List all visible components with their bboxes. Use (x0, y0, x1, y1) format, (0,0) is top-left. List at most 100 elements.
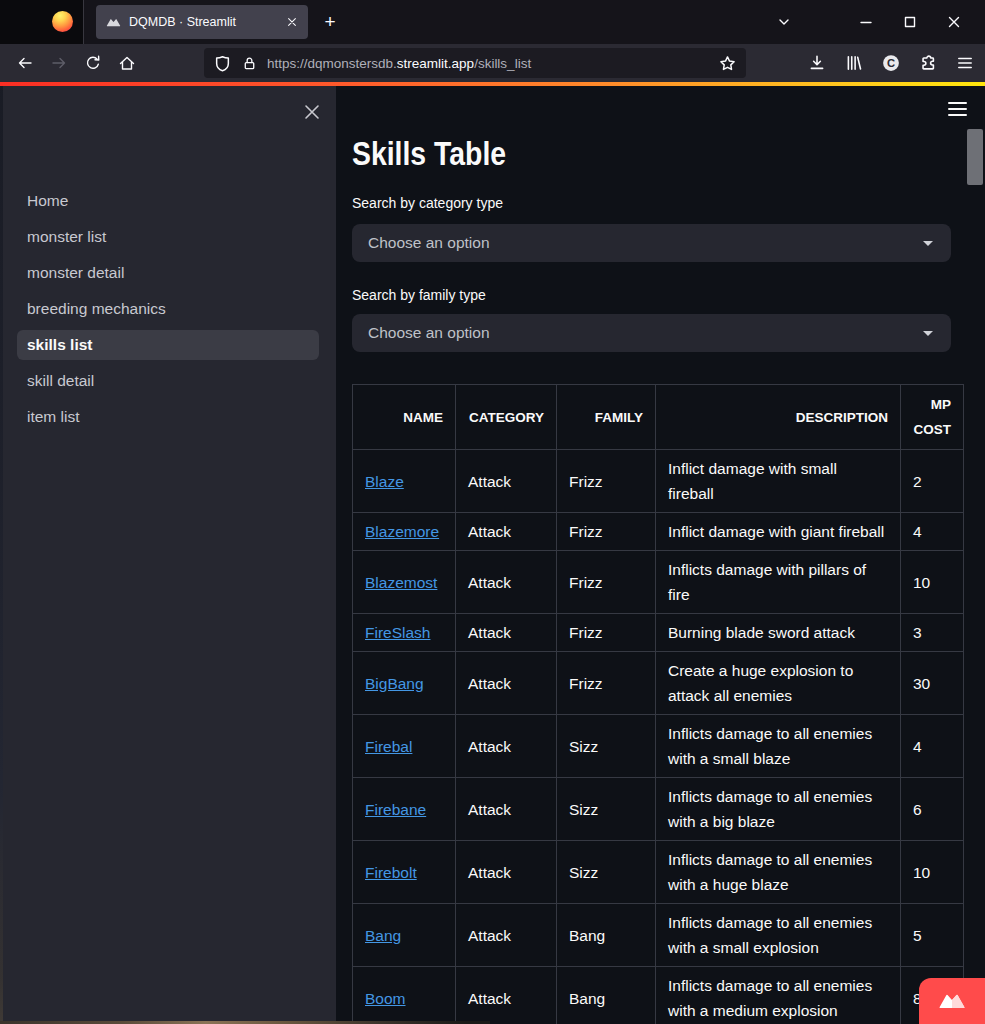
streamlit-crown-icon (938, 992, 966, 1010)
table-row: FireboltAttackSizzInflicts damage to all… (353, 841, 964, 904)
category-cell: Attack (456, 967, 557, 1024)
shield-icon[interactable] (214, 55, 231, 72)
sidebar-item-skill-detail[interactable]: skill detail (17, 366, 319, 396)
skill-link[interactable]: Blazemost (365, 574, 437, 591)
app-page: Home monster list monster detail breeding m… (0, 86, 985, 1024)
menu-hamburger-icon[interactable] (956, 54, 974, 72)
url-text: https://dqmonstersdb.streamlit.app/skill… (267, 56, 719, 71)
forward-button-icon[interactable] (50, 54, 68, 72)
name-cell: Blazemost (353, 551, 456, 614)
family-cell: Bang (557, 904, 656, 967)
page-title: Skills Table (352, 135, 506, 173)
name-cell: Blaze (353, 450, 456, 513)
mp-cost-cell: 10 (901, 551, 964, 614)
family-select[interactable]: Choose an option (352, 314, 951, 352)
family-cell: Frizz (557, 652, 656, 715)
description-cell: Inflicts damage to all enemies with a me… (656, 967, 901, 1024)
skill-link[interactable]: Firebane (365, 801, 426, 818)
chevron-down-icon (776, 14, 792, 30)
name-cell: Bang (353, 904, 456, 967)
skills-table: NAMECATEGORYFAMILYDESCRIPTIONMP COST Bla… (352, 384, 964, 1024)
extensions-puzzle-icon[interactable] (919, 54, 937, 72)
firefox-zone (0, 0, 84, 44)
bookmark-star-icon[interactable] (719, 55, 736, 72)
sidebar-item-Home[interactable]: Home (17, 186, 319, 216)
new-tab-button[interactable]: + (318, 10, 342, 34)
sidebar-item-monster-detail[interactable]: monster detail (17, 258, 319, 288)
description-cell: Inflicts damage to all enemies with a sm… (656, 904, 901, 967)
category-cell: Attack (456, 652, 557, 715)
column-header: CATEGORY (456, 385, 557, 450)
category-cell: Attack (456, 715, 557, 778)
skill-link[interactable]: Bang (365, 927, 401, 944)
browser-navbar: https://dqmonstersdb.streamlit.app/skill… (0, 44, 985, 82)
app-menu-icon[interactable] (948, 102, 967, 118)
maximize-icon (902, 14, 918, 30)
back-button-icon[interactable] (16, 54, 34, 72)
tab-close-icon[interactable] (286, 16, 298, 28)
table-row: BlazemostAttackFrizzInflicts damage with… (353, 551, 964, 614)
description-cell: Create a huge explosion to attack all en… (656, 652, 901, 715)
category-cell: Attack (456, 551, 557, 614)
downloads-icon[interactable] (808, 54, 826, 72)
filter-label-category: Search by category type (352, 195, 503, 211)
description-cell: Inflicts damage to all enemies with a bi… (656, 778, 901, 841)
skill-link[interactable]: Firebolt (365, 864, 417, 881)
table-row: BigBang AttackFrizzCreate a huge explosio… (353, 652, 964, 715)
family-cell: Sizz (557, 778, 656, 841)
skill-link[interactable]: BigBang (365, 675, 424, 692)
name-cell: Blazemore (353, 513, 456, 551)
skill-link[interactable]: Blazemore (365, 523, 439, 540)
sidebar-item-breeding-mechanics[interactable]: breeding mechanics (17, 294, 319, 324)
sidebar-close-icon[interactable] (299, 99, 325, 125)
streamlit-badge[interactable] (919, 978, 985, 1024)
family-cell: Frizz (557, 450, 656, 513)
category-cell: Attack (456, 841, 557, 904)
mp-cost-cell: 2 (901, 450, 964, 513)
table-row: FireSlashAttackFrizzBurning blade sword … (353, 614, 964, 652)
name-cell: Boom (353, 967, 456, 1024)
svg-text:C: C (887, 57, 895, 69)
reload-button-icon[interactable] (84, 54, 102, 72)
description-cell: Inflicts damage to all enemies with a sm… (656, 715, 901, 778)
sidebar-item-item-list[interactable]: item list (17, 402, 319, 432)
lock-icon[interactable] (242, 56, 257, 71)
family-select-value: Choose an option (368, 324, 923, 342)
minimize-icon (858, 14, 874, 30)
sidebar: Home monster list monster detail breeding m… (0, 86, 336, 1024)
sidebar-item-monster-list[interactable]: monster list (17, 222, 319, 252)
skill-link[interactable]: Firebal (365, 738, 412, 755)
family-cell: Bang (557, 967, 656, 1024)
skill-link[interactable]: FireSlash (365, 624, 430, 641)
name-cell: BigBang (353, 652, 456, 715)
url-bar[interactable]: https://dqmonstersdb.streamlit.app/skill… (204, 48, 746, 78)
table-body: BlazeAttackFrizzInflict damage with smal… (353, 450, 964, 1024)
description-cell: Inflict damage with small fireball (656, 450, 901, 513)
tab-list-button[interactable] (776, 0, 792, 44)
chevron-down-icon (923, 241, 933, 246)
category-cell: Attack (456, 513, 557, 551)
minimize-button[interactable] (858, 0, 874, 44)
table-row: FirebaneAttackSizzInflicts damage to all… (353, 778, 964, 841)
sidebar-item-skills-list[interactable]: skills list (17, 330, 319, 360)
browser-tab[interactable]: DQMDB · Streamlit (96, 5, 308, 39)
category-cell: Attack (456, 904, 557, 967)
column-header: MP COST (901, 385, 964, 450)
family-cell: Sizz (557, 841, 656, 904)
skill-link[interactable]: Boom (365, 990, 406, 1007)
filter-label-family: Search by family type (352, 287, 486, 303)
mp-cost-cell: 6 (901, 778, 964, 841)
close-window-button[interactable] (946, 0, 962, 44)
chevron-down-icon (923, 331, 933, 336)
home-button-icon[interactable] (118, 54, 136, 72)
maximize-button[interactable] (902, 0, 918, 44)
tab-title: DQMDB · Streamlit (129, 15, 286, 29)
mp-cost-cell: 4 (901, 715, 964, 778)
skill-link[interactable]: Blaze (365, 473, 404, 490)
family-cell: Frizz (557, 551, 656, 614)
category-select[interactable]: Choose an option (352, 224, 951, 262)
scrollbar-thumb[interactable] (967, 129, 983, 185)
mp-cost-cell: 3 (901, 614, 964, 652)
extension-c-icon[interactable]: C (882, 54, 900, 72)
library-icon[interactable] (845, 54, 863, 72)
